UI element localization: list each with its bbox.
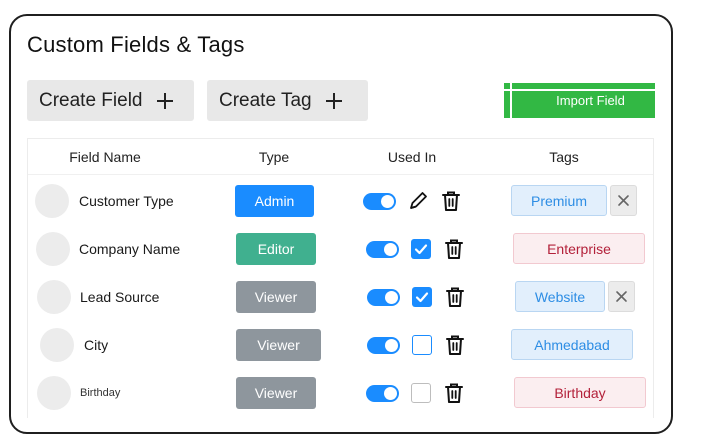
column-header-used-in: Used In [387, 149, 437, 165]
close-icon [616, 291, 627, 302]
field-name: Customer Type [79, 193, 174, 209]
checkbox-checked[interactable] [412, 287, 432, 307]
tag-birthday[interactable]: Birthday [514, 377, 646, 408]
trash-icon[interactable] [445, 334, 465, 356]
remove-tag-button[interactable] [608, 281, 635, 312]
checkbox-unchecked[interactable] [411, 383, 431, 403]
plus-icon [156, 92, 173, 109]
column-header-tags: Tags [549, 149, 579, 165]
column-header-type: Type [258, 149, 290, 165]
field-name: Company Name [79, 241, 181, 257]
toggle-switch[interactable] [367, 289, 400, 306]
toggle-knob [384, 387, 397, 400]
close-icon [618, 195, 629, 206]
tag-enterprise[interactable]: Enterprise [513, 233, 645, 264]
trash-icon[interactable] [444, 238, 464, 260]
header-divider [28, 174, 653, 175]
type-badge-editor[interactable]: Editor [236, 233, 316, 265]
checkbox-checked[interactable] [411, 239, 431, 259]
trash-icon[interactable] [445, 286, 465, 308]
checkmark-icon [414, 244, 428, 255]
fields-table [27, 138, 654, 418]
toggle-switch[interactable] [363, 193, 396, 210]
import-field-button[interactable]: Import Field [504, 83, 655, 118]
checkmark-icon [415, 292, 429, 303]
trash-icon[interactable] [444, 382, 464, 404]
toggle-knob [385, 339, 398, 352]
checkbox-unchecked[interactable] [412, 335, 432, 355]
page-title: Custom Fields & Tags [27, 32, 245, 57]
type-badge-viewer[interactable]: Viewer [236, 281, 316, 313]
avatar [37, 280, 71, 314]
toggle-knob [381, 195, 394, 208]
create-tag-label: Create Tag [219, 89, 312, 111]
toggle-knob [385, 291, 398, 304]
field-name: City [84, 337, 109, 353]
avatar [35, 184, 69, 218]
avatar [40, 328, 74, 362]
type-badge-viewer[interactable]: Viewer [236, 329, 321, 361]
create-tag-button[interactable]: Create Tag [207, 80, 368, 121]
plus-icon [325, 92, 342, 109]
toggle-knob [384, 243, 397, 256]
toggle-switch[interactable] [367, 337, 400, 354]
remove-tag-button[interactable] [610, 185, 637, 216]
plus-icon [534, 94, 548, 108]
create-field-label: Create Field [39, 89, 143, 111]
tag-ahmedabad[interactable]: Ahmedabad [511, 329, 633, 360]
trash-icon[interactable] [441, 190, 461, 212]
pencil-icon[interactable] [407, 190, 429, 212]
type-badge-viewer[interactable]: Viewer [236, 377, 316, 409]
toggle-switch[interactable] [366, 385, 399, 402]
field-name: Birthday [80, 387, 121, 399]
tag-premium[interactable]: Premium [511, 185, 607, 216]
tag-website[interactable]: Website [515, 281, 605, 312]
create-field-button[interactable]: Create Field [27, 80, 194, 121]
type-badge-admin[interactable]: Admin [235, 185, 314, 217]
avatar [36, 232, 70, 266]
toggle-switch[interactable] [366, 241, 399, 258]
field-name: Lead Source [80, 289, 160, 305]
import-field-label: Import Field [556, 93, 625, 108]
column-header-field-name: Field Name [69, 149, 141, 165]
